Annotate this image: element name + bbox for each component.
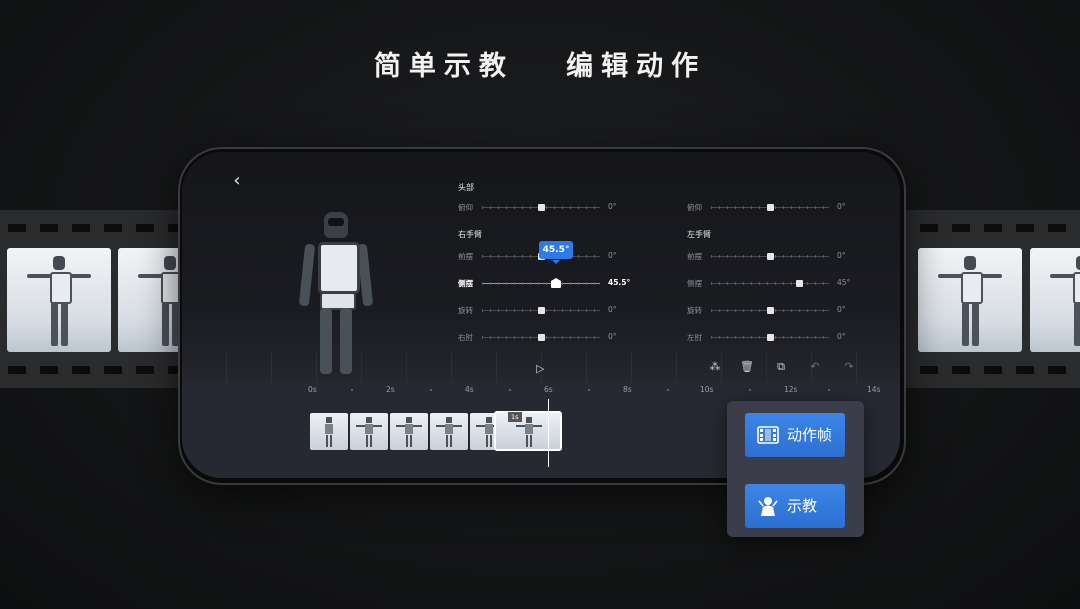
- slider-right-arm-rotate[interactable]: [482, 307, 600, 314]
- copy-icon[interactable]: ⧉: [774, 360, 788, 374]
- control-label: 俯仰: [687, 203, 702, 212]
- control-label: 俯仰: [458, 203, 473, 212]
- control-label: 右肘: [458, 333, 473, 342]
- slider-knob[interactable]: [767, 253, 774, 260]
- keyframe-clip[interactable]: [350, 413, 388, 450]
- teach-button[interactable]: 示教: [745, 484, 845, 528]
- timeline-tick: 12s: [784, 385, 798, 394]
- control-value: 0°: [837, 202, 846, 211]
- timeline-tick: 4s: [465, 385, 474, 394]
- slider-knob[interactable]: [767, 204, 774, 211]
- control-value: 0°: [608, 251, 617, 260]
- control-value: 0°: [608, 305, 617, 314]
- play-icon[interactable]: ▷: [536, 362, 544, 375]
- control-label: 侧摆: [687, 279, 702, 288]
- timeline-dot: [509, 389, 511, 391]
- control-value: 0°: [837, 305, 846, 314]
- timeline-dot: [667, 389, 669, 391]
- timeline-dot: [749, 389, 751, 391]
- film-holes: [0, 224, 200, 232]
- robot-thumbnail: [27, 256, 91, 348]
- slider-pitch-right[interactable]: [711, 204, 829, 211]
- slider-left-arm-swing[interactable]: [711, 253, 829, 260]
- value-tooltip: 45.5°: [539, 241, 573, 264]
- control-label: 左肘: [687, 333, 702, 342]
- slider-left-arm-side[interactable]: [711, 280, 829, 287]
- page-headline: 简单示教 编辑动作: [373, 51, 707, 82]
- control-value: 0°: [837, 251, 846, 260]
- timeline-dot: [351, 389, 353, 391]
- film-holes: [880, 224, 1080, 232]
- timeline-tick: 6s: [544, 385, 553, 394]
- timeline-tick: 2s: [386, 385, 395, 394]
- teach-person-icon: [758, 497, 778, 516]
- film-icon: [757, 426, 779, 444]
- keyframe-clip[interactable]: [390, 413, 428, 450]
- keyframe-label: 动作帧: [787, 426, 833, 444]
- slider-knob[interactable]: [767, 307, 774, 314]
- control-value: 45°: [837, 278, 851, 287]
- control-label: 前摆: [687, 252, 702, 261]
- control-value: 0°: [608, 202, 617, 211]
- film-holes: [880, 366, 1080, 374]
- control-label: 侧摆: [458, 279, 473, 288]
- slider-left-elbow[interactable]: [711, 334, 829, 341]
- timeline-dot: [588, 389, 590, 391]
- timeline-tick: 0s: [308, 385, 317, 394]
- slider-knob[interactable]: [551, 278, 561, 288]
- slider-knob[interactable]: [538, 307, 545, 314]
- teach-label: 示教: [787, 497, 818, 515]
- add-menu-popover: 动作帧 示教: [727, 401, 864, 537]
- timeline-dot: [430, 389, 432, 391]
- redo-icon[interactable]: ↷: [842, 360, 856, 374]
- slider-knob[interactable]: [538, 204, 545, 211]
- timeline-tick: 10s: [700, 385, 714, 394]
- slider-knob[interactable]: [796, 280, 803, 287]
- robot-model[interactable]: [292, 212, 382, 376]
- film-strip-left: [0, 210, 200, 388]
- slider-right-elbow[interactable]: [482, 334, 600, 341]
- control-label: 旋转: [458, 306, 473, 315]
- selected-keyframe-clip[interactable]: [494, 411, 562, 451]
- back-chevron-icon[interactable]: ‹: [226, 170, 248, 192]
- group-title-right-arm: 右手臂: [458, 230, 482, 239]
- group-title-left-arm: 左手臂: [687, 230, 711, 239]
- playhead[interactable]: [548, 399, 549, 467]
- slider-knob[interactable]: [538, 334, 545, 341]
- control-label: 前摆: [458, 252, 473, 261]
- undo-icon[interactable]: ↶: [808, 360, 822, 374]
- robot-stage: ‹ 头部 俯仰 0° 右手臂 前摆 0° 45.5° 侧摆 45.5° 旋转 0…: [182, 152, 900, 382]
- keyframe-clip[interactable]: [430, 413, 468, 450]
- group-icon[interactable]: ⁂: [708, 360, 722, 374]
- clip-duration-badge: 1s: [508, 412, 522, 422]
- film-frame: [1030, 248, 1080, 352]
- timeline-tick: 8s: [623, 385, 632, 394]
- robot-thumbnail: [938, 256, 1002, 348]
- timeline-dot: [828, 389, 830, 391]
- keyframe-button[interactable]: 动作帧: [745, 413, 845, 457]
- slider-left-arm-rotate[interactable]: [711, 307, 829, 314]
- film-frame: [918, 248, 1022, 352]
- trash-icon[interactable]: 🗑: [740, 360, 754, 374]
- timeline-tick: 14s: [867, 385, 881, 394]
- keyframe-clip[interactable]: [310, 413, 348, 450]
- slider-knob[interactable]: [767, 334, 774, 341]
- control-value: 45.5°: [608, 278, 631, 287]
- film-holes: [0, 366, 200, 374]
- film-frame: [7, 248, 111, 352]
- slider-right-arm-side[interactable]: [482, 278, 600, 288]
- control-label: 旋转: [687, 306, 702, 315]
- control-value: 0°: [837, 332, 846, 341]
- film-strip-right: [880, 210, 1080, 388]
- control-value: 0°: [608, 332, 617, 341]
- slider-head-pitch[interactable]: [482, 204, 600, 211]
- group-title-head: 头部: [458, 183, 474, 192]
- robot-thumbnail: [1050, 256, 1080, 348]
